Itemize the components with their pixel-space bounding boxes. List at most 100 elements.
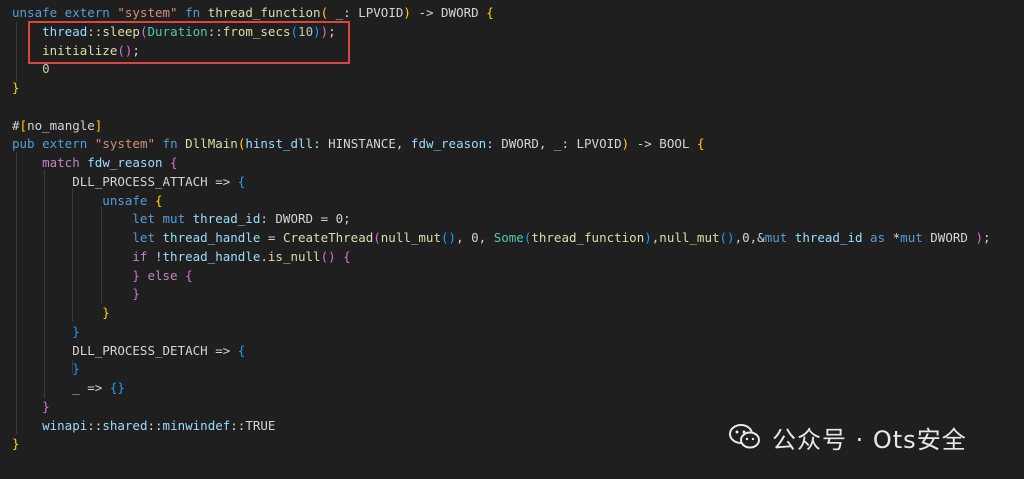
code-token: ) bbox=[644, 230, 652, 245]
code-token: -> DWORD bbox=[410, 5, 487, 20]
code-token: { bbox=[237, 342, 246, 358]
code-token: () bbox=[441, 230, 457, 245]
code-token: no_mangle bbox=[27, 117, 95, 133]
code-token: : LPVOID bbox=[343, 5, 404, 20]
code-token: } bbox=[12, 323, 80, 339]
code-token: fdw_reason bbox=[87, 155, 163, 170]
code-line: pub extern "system" fn DllMain(hinst_dll… bbox=[12, 135, 704, 153]
wechat-icon bbox=[729, 424, 760, 449]
code-token: () bbox=[719, 230, 735, 245]
code-token: } bbox=[12, 436, 20, 452]
code-token: ; bbox=[328, 23, 336, 39]
code-token: Duration bbox=[147, 23, 208, 39]
code-token: ( bbox=[290, 23, 299, 39]
code-line: DLL_PROCESS_ATTACH => { bbox=[12, 173, 245, 191]
code-token: . bbox=[260, 248, 268, 264]
code-token: else bbox=[139, 267, 186, 283]
code-token: : LPVOID bbox=[561, 136, 622, 152]
code-token: from_secs bbox=[222, 23, 291, 39]
code-line: } bbox=[12, 435, 20, 453]
code-token: [ bbox=[19, 117, 28, 133]
code-token: match bbox=[12, 155, 88, 170]
code-token: thread_handle bbox=[162, 230, 261, 245]
code-token: fn bbox=[155, 136, 186, 152]
code-token: sleep bbox=[102, 23, 140, 39]
code-line: _ => {} bbox=[12, 379, 125, 397]
code-token: { bbox=[486, 5, 494, 20]
code-token: let bbox=[12, 230, 163, 245]
code-token: } bbox=[12, 398, 50, 414]
code-token: null_mut bbox=[380, 230, 441, 245]
code-token: -> BOOL bbox=[629, 136, 697, 152]
code-line: #[no_mangle] bbox=[12, 117, 102, 135]
code-token: winapi bbox=[12, 417, 88, 433]
code-token: , 0, bbox=[456, 230, 494, 245]
code-token: } bbox=[12, 267, 140, 283]
code-token: DLL_PROCESS_ATTACH => bbox=[12, 173, 238, 189]
code-token: ] bbox=[94, 117, 103, 133]
code-token: ::TRUE bbox=[230, 417, 276, 433]
code-line: } bbox=[12, 323, 80, 341]
code-token: thread_function bbox=[531, 230, 645, 245]
code-token: DllMain bbox=[185, 136, 238, 152]
code-token: hinst_dll bbox=[245, 136, 314, 152]
code-line: let mut thread_id: DWORD = 0; bbox=[12, 210, 351, 228]
code-token: ( bbox=[139, 23, 148, 39]
code-token: is_null bbox=[267, 248, 321, 264]
code-token: fn bbox=[177, 5, 208, 20]
watermark-text: 公众号 · Ots安全 bbox=[772, 425, 967, 454]
code-token: # bbox=[12, 117, 20, 133]
code-token: ( bbox=[373, 230, 381, 245]
code-token: ,0,& bbox=[734, 230, 765, 245]
watermark: 公众号 · Ots安全 bbox=[728, 420, 967, 454]
code-token: thread_id bbox=[192, 211, 261, 227]
code-token: :: bbox=[87, 23, 103, 39]
code-token: mut bbox=[900, 230, 923, 245]
code-token: DWORD bbox=[922, 230, 976, 245]
code-token: _ bbox=[328, 5, 344, 20]
code-token: thread bbox=[12, 23, 88, 39]
code-line: if !thread_handle.is_null() { bbox=[12, 248, 351, 266]
code-line: thread::sleep(Duration::from_secs(10)); bbox=[12, 23, 336, 41]
code-token: unsafe bbox=[12, 192, 155, 208]
code-token: } bbox=[12, 286, 140, 302]
code-line: initialize(); bbox=[12, 42, 140, 60]
code-token: ; bbox=[132, 42, 140, 58]
code-token: : HINSTANCE, bbox=[313, 136, 411, 152]
code-token: let mut bbox=[12, 211, 193, 227]
code-token: } bbox=[12, 305, 110, 320]
code-token: : DWORD = 0; bbox=[260, 211, 351, 227]
code-token: ) bbox=[403, 5, 411, 20]
code-token: pub extern bbox=[12, 136, 95, 152]
code-token: () bbox=[320, 248, 336, 264]
code-editor[interactable]: unsafe extern "system" fn thread_functio… bbox=[0, 0, 1024, 479]
code-token: = bbox=[260, 230, 283, 245]
code-token: null_mut bbox=[659, 230, 720, 245]
code-token: thread_id bbox=[794, 230, 863, 245]
code-token: shared bbox=[102, 417, 148, 433]
code-token: 0 bbox=[12, 61, 50, 77]
code-line: unsafe extern "system" fn thread_functio… bbox=[12, 4, 494, 22]
code-token: : DWORD, bbox=[486, 136, 554, 152]
code-token: "system" bbox=[94, 136, 156, 152]
code-line: } bbox=[12, 79, 20, 97]
code-token: {} bbox=[109, 380, 125, 395]
code-token: { bbox=[185, 267, 193, 283]
code-token: unsafe extern bbox=[12, 5, 118, 20]
code-token: _ => bbox=[12, 380, 110, 395]
code-line: } bbox=[12, 360, 80, 378]
code-token: thread_function bbox=[207, 5, 321, 20]
code-line: } else { bbox=[12, 267, 193, 285]
code-token: { bbox=[237, 173, 246, 189]
code-token: ! bbox=[155, 248, 163, 264]
code-token: } bbox=[12, 361, 80, 377]
code-token: fdw_reason bbox=[410, 136, 487, 152]
code-token: { bbox=[335, 248, 351, 264]
code-token: } bbox=[12, 80, 20, 95]
code-line: winapi::shared::minwindef::TRUE bbox=[12, 417, 275, 435]
code-line: 0 bbox=[12, 60, 50, 78]
code-line: } bbox=[12, 304, 110, 322]
code-token: if bbox=[12, 248, 155, 264]
code-token: "system" bbox=[117, 5, 178, 20]
code-token: :: bbox=[207, 23, 223, 39]
